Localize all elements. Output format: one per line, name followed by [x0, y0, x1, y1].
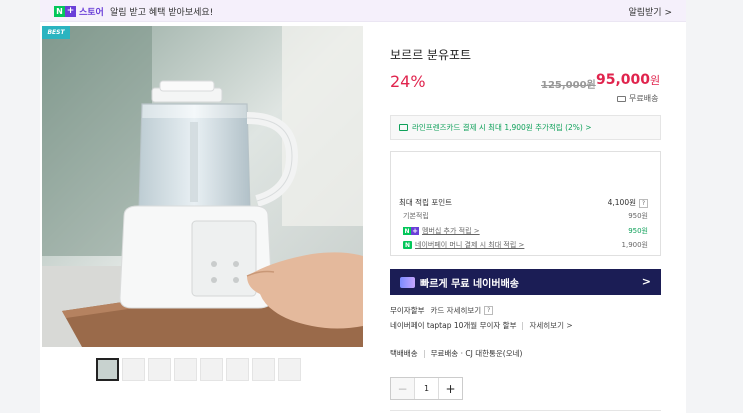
free-shipping-text: 무료배송: [629, 94, 659, 103]
card-detail-link[interactable]: 카드 자세히보기: [431, 305, 482, 316]
divider: [522, 321, 524, 330]
original-price: 125,000원: [541, 80, 596, 91]
taptap-detail-link[interactable]: 자세히보기 >: [529, 320, 572, 331]
thumbnail-3[interactable]: [148, 358, 171, 381]
sale-price: 95,000원: [596, 72, 660, 88]
points-help-icon[interactable]: ?: [639, 199, 648, 208]
chevron-right-icon: >: [641, 275, 651, 288]
naver-n-icon: N: [54, 5, 65, 17]
plus-icon: +: [65, 5, 76, 17]
quantity-increase-button[interactable]: +: [439, 378, 462, 399]
points-panel: 최대 적립 포인트 4,100원? 기본적립 950원 N + 멤버십 추가 적…: [390, 151, 661, 256]
store-alarm-banner: N + 스토어 알림 받고 혜택 받아보세요! 알림받기 >: [40, 0, 686, 22]
quantity-decrease-button[interactable]: −: [391, 378, 414, 399]
store-label: 스토어: [79, 7, 104, 18]
page-margin-right: [686, 0, 743, 413]
discount-rate: 24%: [390, 72, 426, 91]
card-benefit-text: 라인프렌즈카드 결제 시 최대 1,900원 추가적립 (2%) >: [412, 123, 592, 132]
fast-shipping-text: 빠르게 무료 네이버배송: [420, 278, 519, 290]
points-row-membership-value: 950원: [628, 227, 648, 235]
points-row-basic: 기본적립: [403, 211, 429, 221]
max-points-label: 최대 적립 포인트: [399, 198, 453, 207]
installment-help-icon[interactable]: ?: [484, 306, 494, 315]
points-row-membership-label: 멤버십 추가 적립 >: [422, 227, 480, 235]
installment-row: 무이자할부 카드 자세히보기 ?: [390, 305, 494, 316]
thumbnail-5[interactable]: [200, 358, 223, 381]
alarm-message: 알림 받고 혜택 받아보세요!: [110, 8, 214, 18]
divider: [423, 349, 425, 358]
best-badge: BEST: [42, 26, 70, 39]
quantity-input[interactable]: 1: [414, 378, 439, 399]
thumbnail-strip: [96, 358, 301, 381]
delivery-label: 택배배송: [390, 349, 418, 358]
delivery-icon: [400, 276, 415, 288]
thumbnail-4[interactable]: [174, 358, 197, 381]
points-row-membership[interactable]: N + 멤버십 추가 적립 >: [403, 226, 480, 236]
naver-plus-icon: N +: [403, 227, 419, 235]
max-points-value: 4,100원?: [608, 197, 648, 208]
thumbnail-2[interactable]: [122, 358, 145, 381]
taptap-text: 네이버페이 taptap 10개월 무이자 할부: [390, 321, 517, 330]
naver-plus-store-logo: N + 스토어: [54, 4, 104, 18]
quantity-stepper: − 1 +: [390, 377, 463, 400]
thumbnail-8[interactable]: [278, 358, 301, 381]
truck-icon: [617, 95, 626, 102]
max-points-amount: 4,100원: [607, 198, 636, 207]
installment-label: 무이자할부: [390, 306, 425, 315]
points-row-basic-label: 기본적립: [403, 212, 429, 220]
naver-fast-shipping-banner[interactable]: 빠르게 무료 네이버배송 >: [390, 269, 661, 295]
thumbnail-7[interactable]: [252, 358, 275, 381]
alarm-subscribe-button[interactable]: 알림받기 >: [628, 5, 672, 18]
product-main-image[interactable]: BEST: [42, 26, 363, 347]
thumbnail-1[interactable]: [96, 358, 119, 381]
product-title: 보르르 분유포트: [390, 48, 472, 62]
delivery-row: 택배배송 무료배송 · CJ 대한통운(오네): [390, 348, 522, 359]
taptap-row: 네이버페이 taptap 10개월 무이자 할부 자세히보기 >: [390, 320, 573, 331]
free-shipping-label: 무료배송: [617, 93, 658, 104]
kettle-photo: [42, 26, 363, 347]
sale-price-value: 95,000: [596, 72, 651, 88]
page-margin-left: [0, 0, 40, 413]
points-row-naverpay-value: 1,900원: [621, 241, 648, 249]
price-unit: 원: [650, 74, 661, 87]
points-row-naverpay-label: 네이버페이 머니 결제 시 최대 적립 >: [415, 241, 525, 249]
delivery-detail: 무료배송 · CJ 대한통운(오네): [430, 349, 523, 358]
card-benefit-link[interactable]: 라인프렌즈카드 결제 시 최대 1,900원 추가적립 (2%) >: [390, 115, 661, 140]
points-row-naverpay[interactable]: N 네이버페이 머니 결제 시 최대 적립 >: [403, 240, 524, 250]
thumbnail-6[interactable]: [226, 358, 249, 381]
credit-card-icon: [399, 124, 408, 131]
section-divider: [390, 410, 661, 411]
naverpay-icon: N: [403, 241, 412, 249]
points-row-basic-value: 950원: [628, 212, 648, 220]
